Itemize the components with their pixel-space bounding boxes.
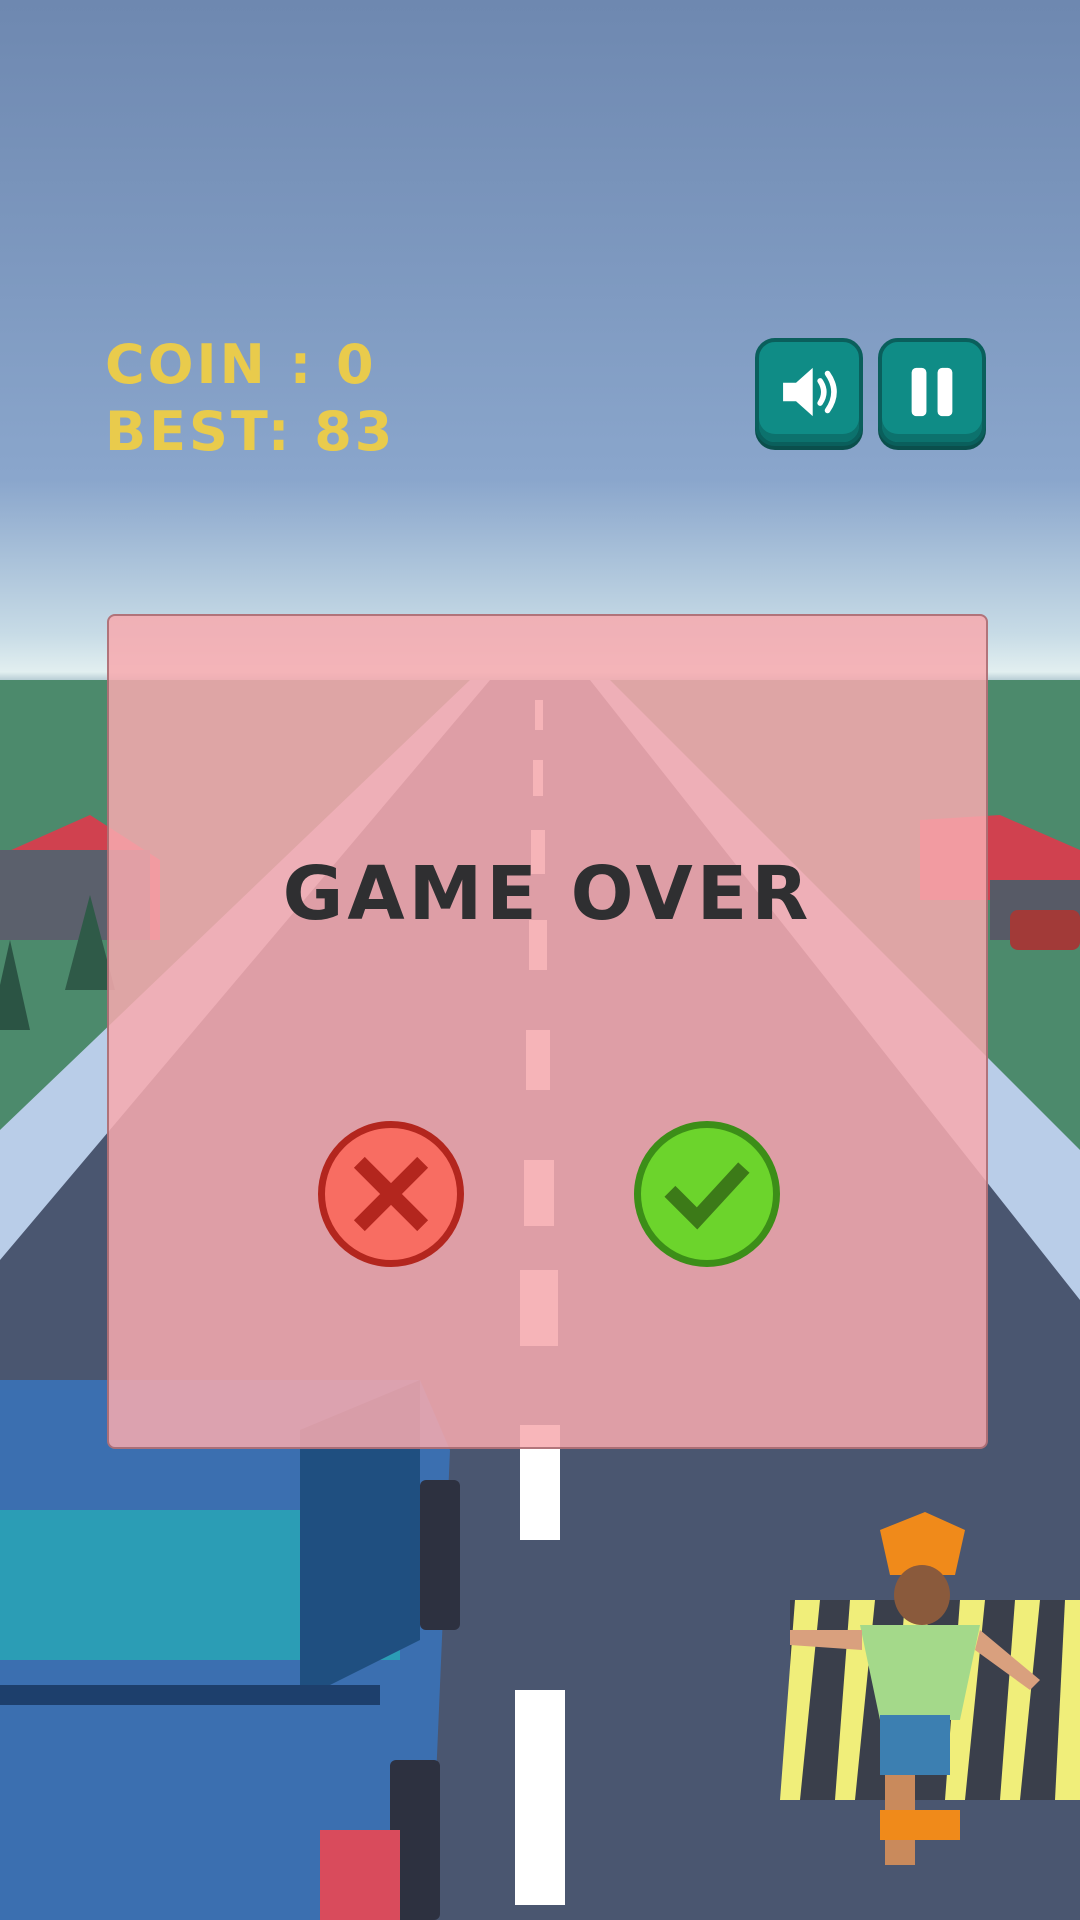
best-score: BEST: 83 (105, 400, 396, 463)
coin-counter: COIN : 0 (105, 333, 377, 396)
sound-button[interactable] (755, 338, 863, 446)
quit-button[interactable] (318, 1121, 464, 1267)
speaker-icon (783, 367, 837, 417)
pause-button[interactable] (878, 338, 986, 446)
game-screen: COIN : 0 BEST: 83 GAME OVER (0, 0, 1080, 1920)
check-icon (664, 1162, 750, 1230)
game-over-title: GAME OVER (282, 851, 813, 937)
pause-icon (911, 367, 953, 417)
retry-button[interactable] (634, 1121, 780, 1267)
close-icon (353, 1156, 429, 1232)
game-over-panel: GAME OVER (107, 614, 988, 1449)
